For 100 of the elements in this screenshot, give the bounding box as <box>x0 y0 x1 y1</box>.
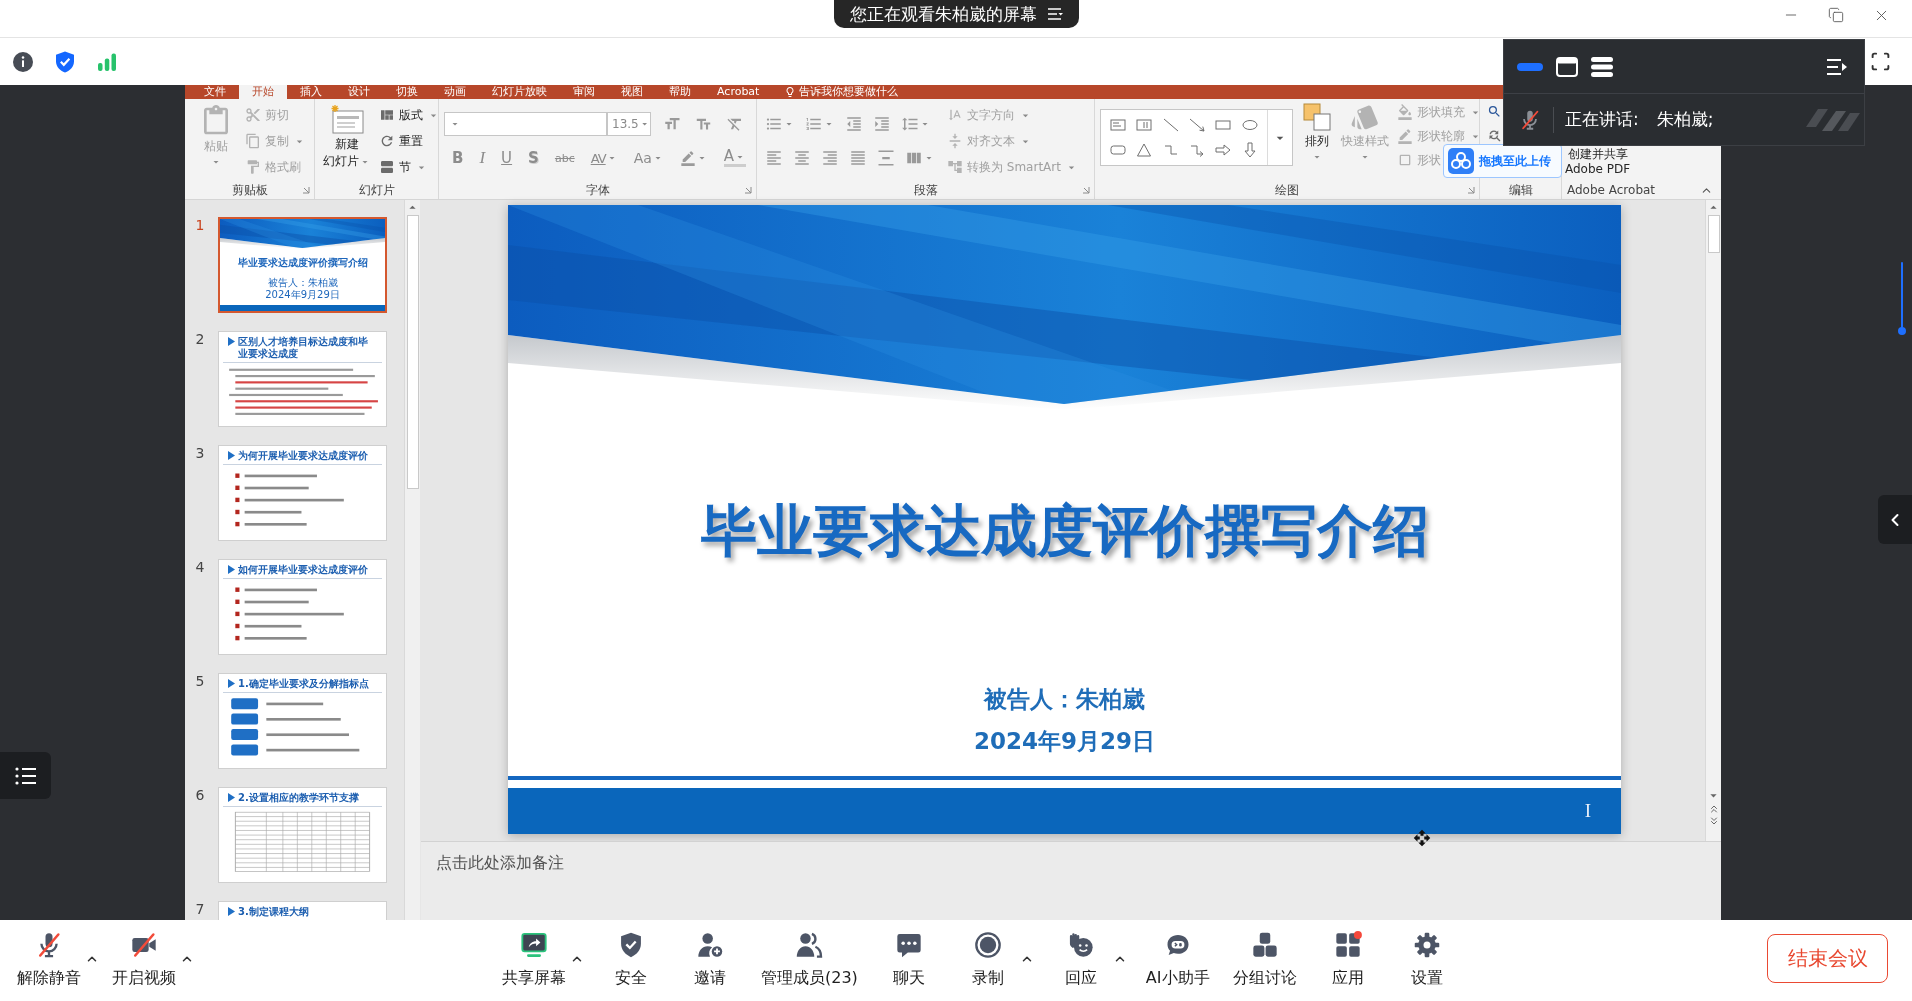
layout-button[interactable]: 版式 <box>377 102 442 128</box>
dialog-launcher-icon[interactable] <box>1467 186 1475 194</box>
justify-icon[interactable] <box>849 149 867 167</box>
thumbnail-text: 被告人：朱柏崴 <box>267 277 338 289</box>
thumbnail-title: 毕业要求达成度评价撰写介绍 <box>237 257 368 269</box>
stacked-rows-icon[interactable] <box>1591 56 1613 77</box>
notes-field[interactable]: 点击此处添加备注 <box>421 841 1721 920</box>
breakout-rooms-button[interactable]: 分组讨论 <box>1228 931 1301 988</box>
upload-button[interactable]: 拖拽至此上传 <box>1443 144 1562 178</box>
distributed-icon[interactable] <box>877 149 895 167</box>
group-label: Adobe Acrobat <box>1567 183 1656 197</box>
tell-me-search[interactable]: 告诉我你想要做什么 <box>799 85 899 99</box>
info-icon[interactable] <box>13 51 33 72</box>
scrollbar-thumb[interactable] <box>1707 215 1720 253</box>
slide-number: 1 <box>194 217 206 233</box>
ribbon-tab[interactable]: 文件 <box>191 85 239 99</box>
apps-button[interactable]: 应用 <box>1315 931 1380 988</box>
chat-button[interactable]: 聊天 <box>876 931 941 988</box>
slide-thumbnail[interactable]: 3.制定课程大纲 <box>218 901 387 920</box>
align-text-icon <box>947 133 963 149</box>
fullscreen-icon[interactable] <box>1870 51 1891 72</box>
new-slide-icon <box>329 105 365 135</box>
section-icon <box>379 159 395 175</box>
group-label: 幻灯片 <box>358 181 395 199</box>
paint-roller-icon <box>245 159 261 175</box>
end-meeting-button[interactable]: 结束会议 <box>1767 934 1888 983</box>
new-slide-button[interactable]: 新建 幻灯片 <box>325 102 369 181</box>
ribbon-tab[interactable]: 动画 <box>431 85 479 99</box>
refresh-icon <box>379 133 395 149</box>
slide-number: 5 <box>194 673 206 689</box>
security-button[interactable]: 安全 <box>599 931 663 988</box>
members-button[interactable]: 管理成员(23) <box>757 931 862 988</box>
slide-thumbnail[interactable]: 毕业要求达成度评价撰写介绍 被告人：朱柏崴 2024年9月29日 <box>218 217 387 313</box>
slider-handle-icon[interactable] <box>1898 262 1906 336</box>
bar-icon[interactable] <box>1517 62 1543 71</box>
invite-button[interactable]: 邀请 <box>678 931 742 988</box>
group-label: 编辑 <box>1508 181 1533 199</box>
shapes-gallery[interactable] <box>1100 109 1293 166</box>
list-arrow-icon[interactable] <box>1826 57 1848 76</box>
slide-thumbnail[interactable]: 区别人才培养目标达成度和毕业要求达成度 <box>218 331 387 427</box>
slide-number: 4 <box>194 559 206 575</box>
ribbon-tab[interactable]: Acrobat <box>704 85 773 99</box>
create-pdf-button[interactable]: 创建并共享 Adobe PDF <box>1565 148 1631 175</box>
share-screen-button[interactable]: 共享屏幕 <box>498 931 570 988</box>
decrease-indent-icon[interactable] <box>845 115 863 133</box>
ribbon-tab[interactable]: 设计 <box>335 85 383 99</box>
reactions-button[interactable]: 回应 <box>1048 931 1113 988</box>
line-spacing-icon[interactable] <box>901 115 919 133</box>
thumbnail-title: 区别人才培养目标达成度和毕业要求达成度 <box>238 336 369 360</box>
record-button[interactable]: 录制 <box>955 931 1020 988</box>
slide-number: 6 <box>194 787 206 803</box>
window-icon[interactable] <box>1556 56 1578 77</box>
scrollbar-thumb[interactable] <box>406 215 419 489</box>
reset-button[interactable]: 重置 <box>377 128 425 154</box>
unmute-button[interactable]: 解除静音 <box>13 931 85 988</box>
fill-bucket-icon <box>1397 104 1413 120</box>
triangle-marker-icon <box>228 793 235 802</box>
dialog-launcher-icon[interactable] <box>1082 186 1090 194</box>
signal-icon[interactable] <box>97 52 117 71</box>
slide-number: 2 <box>194 331 206 347</box>
ai-assistant-button[interactable]: AI小助手 <box>1141 931 1214 988</box>
increase-indent-icon[interactable] <box>873 115 891 133</box>
font-name-field[interactable] <box>444 112 607 136</box>
restore-icon[interactable] <box>1828 7 1844 23</box>
thumbnail-title: 1.确定毕业要求及分解指标点 <box>238 678 369 690</box>
slide-thumbnail[interactable]: 为何开展毕业要求达成度评价 <box>218 445 387 541</box>
numbering-icon[interactable] <box>805 115 823 133</box>
ribbon-tab[interactable]: 审阅 <box>560 85 608 99</box>
slide-thumbnail[interactable]: 1.确定毕业要求及分解指标点 <box>218 673 387 769</box>
scissors-icon <box>245 107 261 123</box>
outline-toggle-button[interactable] <box>0 752 51 799</box>
align-right-icon[interactable] <box>821 149 839 167</box>
pencil-icon <box>1397 128 1413 144</box>
ribbon-tab[interactable]: 插入 <box>287 85 335 99</box>
menu-icon <box>1046 7 1063 21</box>
arrange-button[interactable]: 排列 <box>1299 99 1335 181</box>
ribbon-tab[interactable]: 幻灯片放映 <box>479 85 560 99</box>
start-video-button[interactable]: 开启视频 <box>108 931 180 988</box>
slide-thumbnail[interactable]: 2.设置相应的教学环节支撑 <box>218 787 387 883</box>
ribbon-tab[interactable]: 帮助 <box>656 85 704 99</box>
shield-check-icon[interactable] <box>55 50 75 73</box>
replace-icon[interactable] <box>1487 128 1502 143</box>
screen-share-banner[interactable]: 您正在观看朱柏崴的屏幕 <box>833 0 1079 28</box>
search-icon[interactable] <box>1487 104 1502 119</box>
slide-thumbnail[interactable]: 如何开展毕业要求达成度评价 <box>218 559 387 655</box>
cloud-icon <box>1448 148 1474 174</box>
align-center-icon[interactable] <box>793 149 811 167</box>
slide-number: 7 <box>194 901 206 917</box>
triangle-marker-icon <box>228 565 235 574</box>
ribbon-tab[interactable]: 开始 <box>239 85 287 99</box>
triangle-icon[interactable] <box>1135 141 1154 160</box>
ribbon-tab[interactable]: 切换 <box>383 85 431 99</box>
highlighter-icon[interactable] <box>679 150 696 166</box>
side-panel-toggle[interactable] <box>1878 495 1912 544</box>
dialog-launcher-icon[interactable] <box>302 186 310 194</box>
section-button[interactable]: 节 <box>377 154 430 180</box>
settings-button[interactable]: 设置 <box>1394 931 1459 988</box>
thumbnail-title: 2.设置相应的教学环节支撑 <box>238 792 359 804</box>
ribbon-tab[interactable]: 视图 <box>608 85 656 99</box>
align-left-icon[interactable] <box>765 149 783 167</box>
